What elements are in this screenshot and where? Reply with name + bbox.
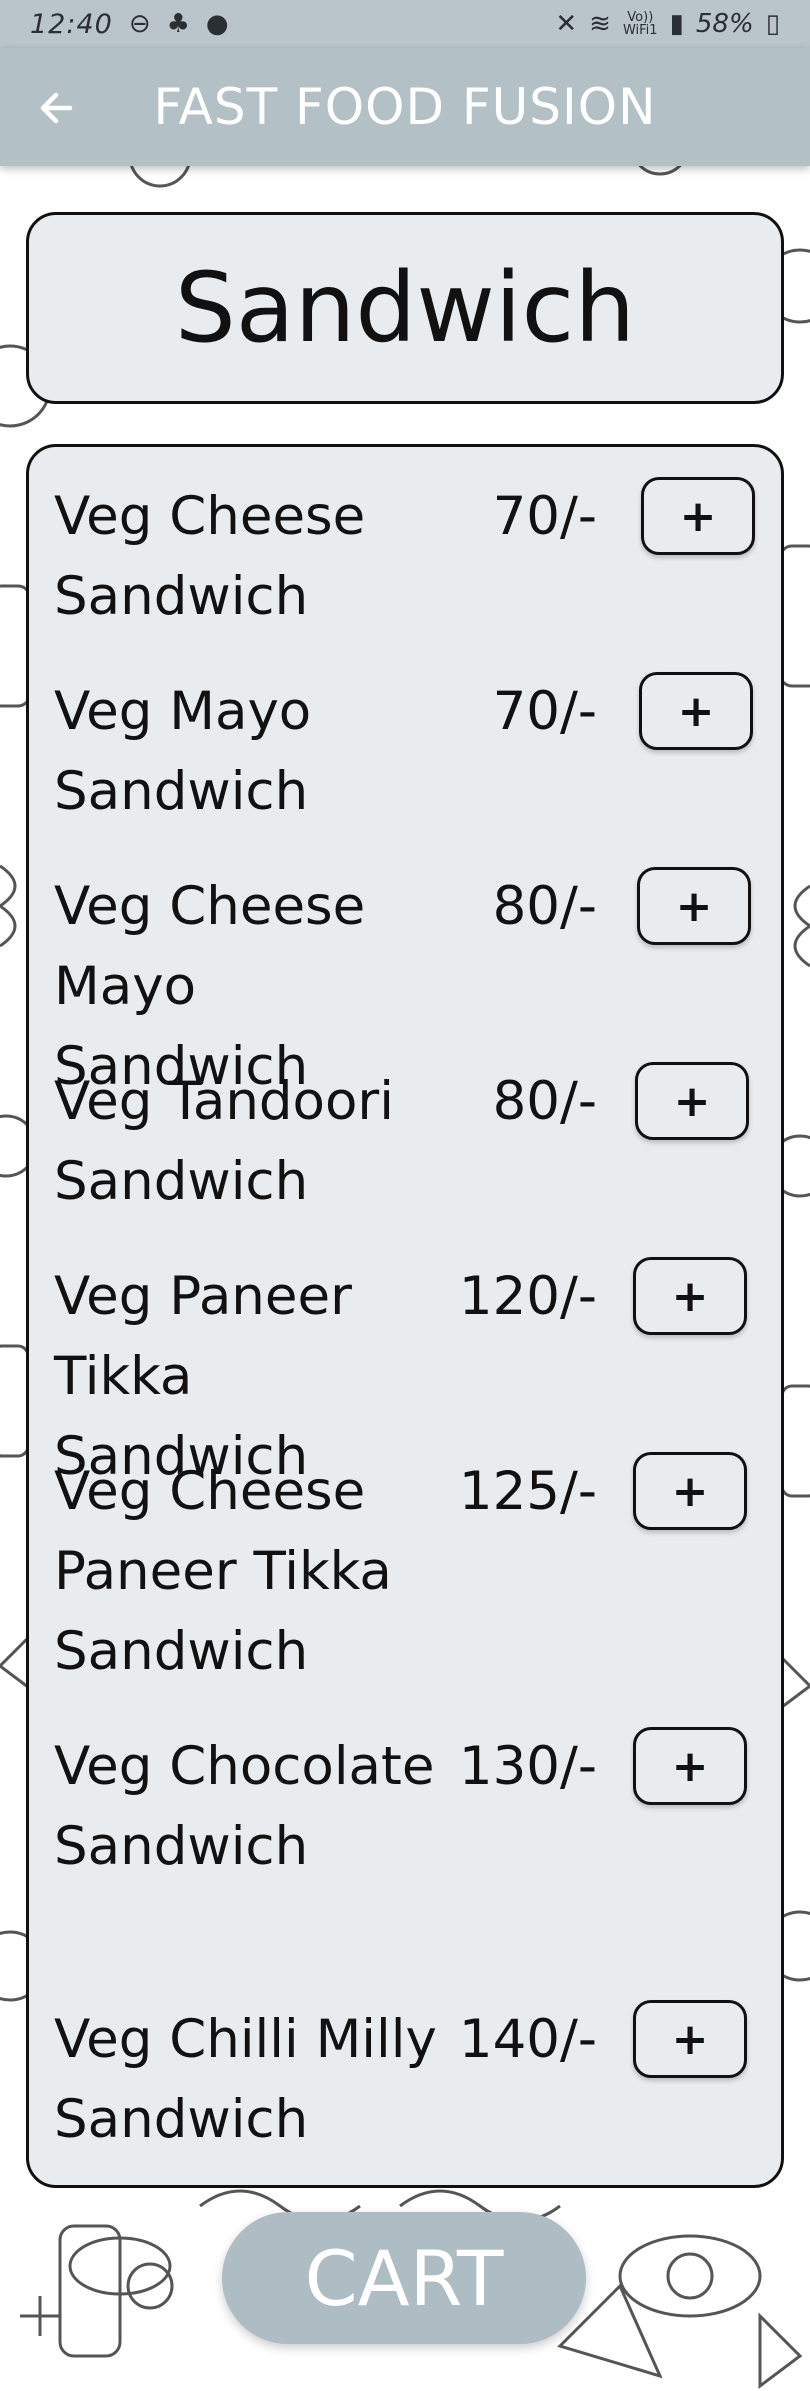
status-right: ✕ ≋ Vo)) WiFi1 ▮ 58% ▯ [555, 9, 780, 39]
notification-icon: ♣ [166, 9, 190, 39]
status-bar: 12:40 ⊖ ♣ ● ✕ ≋ Vo)) WiFi1 ▮ 58% ▯ [0, 0, 810, 48]
status-left: 12:40 ⊖ ♣ ● [30, 9, 229, 40]
app-title: FAST FOOD FUSION [153, 78, 657, 136]
add-item-button[interactable]: + [633, 1257, 747, 1335]
item-price: 130/- [458, 1736, 597, 1797]
add-item-button[interactable]: + [633, 2000, 747, 2078]
signal-icon: ▮ [669, 9, 684, 39]
add-item-button[interactable]: + [633, 1727, 747, 1805]
item-price: 120/- [458, 1266, 597, 1327]
item-name: Veg Cheese Paneer Tikka Sandwich [54, 1461, 392, 1682]
add-item-button[interactable]: + [633, 1452, 747, 1530]
add-item-button[interactable]: + [639, 672, 753, 750]
app-bar: FAST FOOD FUSION [0, 48, 810, 166]
network-label: Vo)) WiFi1 [622, 10, 658, 38]
item-name: Veg Mayo Sandwich [54, 681, 312, 822]
item-price: 80/- [492, 1071, 597, 1132]
item-price: 80/- [492, 876, 597, 937]
spotify-icon: ● [205, 9, 229, 39]
item-name: Veg Tandoori Sandwich [54, 1071, 394, 1212]
category-title: Sandwich [174, 252, 636, 364]
battery-icon: ▯ [765, 9, 780, 39]
wifi-icon: ≋ [589, 9, 611, 39]
category-card: Sandwich [26, 212, 784, 404]
item-price: 70/- [492, 486, 597, 547]
mute-icon: ✕ [555, 9, 578, 39]
item-name: Veg Chilli Milly Sandwich [54, 2009, 437, 2150]
add-item-button[interactable]: + [635, 1062, 749, 1140]
menu-list: Veg Cheese Sandwich 70/- + Veg Mayo Sand… [26, 444, 784, 2188]
add-item-button[interactable]: + [637, 867, 751, 945]
battery-percentage: 58% [695, 9, 754, 39]
item-price: 70/- [492, 681, 597, 742]
item-name: Veg Cheese Sandwich [54, 486, 366, 627]
status-time: 12:40 [30, 8, 113, 40]
item-name: Veg Chocolate Sandwich [54, 1736, 435, 1877]
cart-button[interactable]: CART [222, 2212, 586, 2344]
item-price: 140/- [458, 2009, 597, 2070]
do-not-disturb-icon: ⊖ [128, 9, 151, 39]
add-item-button[interactable]: + [641, 477, 755, 555]
item-price: 125/- [458, 1461, 597, 1522]
